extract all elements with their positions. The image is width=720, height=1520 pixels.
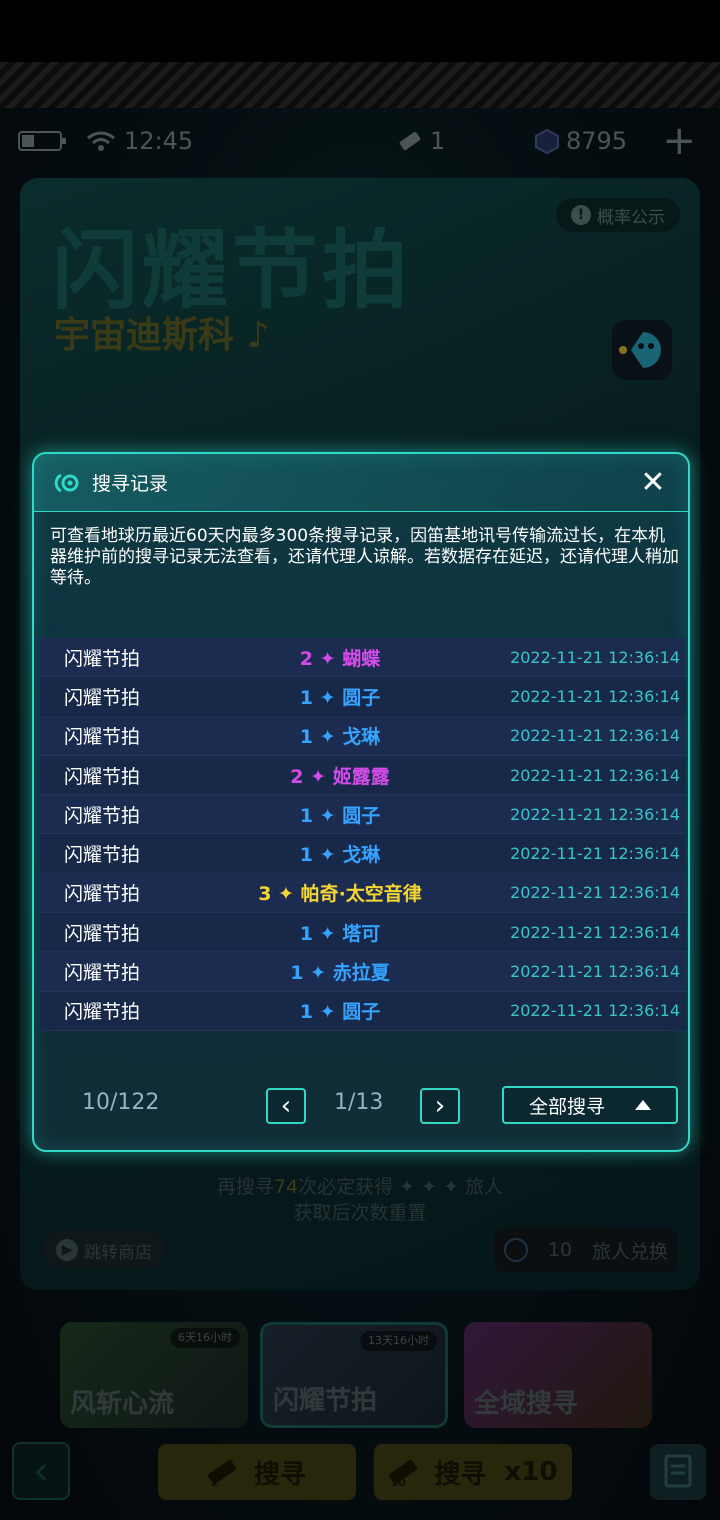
search-records-dialog: 搜寻记录 ✕ 可查看地球历最近60天内最多300条搜寻记录，因笛基地讯号传输流过… [32,452,690,1152]
record-rarity: 1 [299,1001,314,1024]
record-time: 2022-11-21 12:36:14 [510,1001,680,1021]
record-time: 2022-11-21 12:36:14 [510,686,680,706]
record-item-name: 蝴蝶 [342,647,381,670]
record-count: 10/122 [82,1090,160,1115]
star-icon: ✦ [271,883,301,906]
record-item-name: 帕奇·太空音律 [300,883,422,906]
record-item: 1 ✦ 塔可 [190,919,490,946]
record-pool: 闪耀节拍 [64,686,141,709]
filter-label: 全部搜寻 [528,1095,605,1118]
record-pool: 闪耀节拍 [64,962,141,985]
record-item-name: 赤拉夏 [332,962,390,985]
star-icon: ✦ [313,1001,343,1024]
star-icon: ✦ [313,686,343,709]
record-rarity: 2 [299,647,314,670]
record-row: 闪耀节拍 1 ✦ 戈琳 2022-11-21 12:36:14 [40,716,686,756]
record-item: 3 ✦ 帕奇·太空音律 [190,879,490,906]
dialog-title: 搜寻记录 [92,473,169,495]
record-item-name: 圆子 [342,1001,381,1024]
record-item: 2 ✦ 蝴蝶 [190,644,490,671]
record-time: 2022-11-21 12:36:14 [510,883,680,903]
record-row: 闪耀节拍 2 ✦ 蝴蝶 2022-11-21 12:36:14 [40,638,686,678]
star-icon: ✦ [303,765,333,788]
record-row: 闪耀节拍 2 ✦ 姬露露 2022-11-21 12:36:14 [40,755,686,796]
star-icon: ✦ [313,647,343,670]
chevron-left-icon: ‹ [280,1091,292,1121]
record-pool: 闪耀节拍 [64,765,141,788]
record-time: 2022-11-21 12:36:14 [510,726,680,746]
record-item: 1 ✦ 圆子 [190,997,490,1024]
record-time: 2022-11-21 12:36:14 [510,647,680,667]
record-item-name: 塔可 [342,922,381,945]
record-pool: 闪耀节拍 [64,804,141,827]
record-pool: 闪耀节拍 [64,844,141,867]
record-item-name: 圆子 [342,686,381,709]
chevron-right-icon: › [434,1091,446,1121]
record-row: 闪耀节拍 1 ✦ 赤拉夏 2022-11-21 12:36:14 [40,952,686,992]
top-stripe-band [0,62,720,108]
record-pool: 闪耀节拍 [64,922,141,945]
record-time: 2022-11-21 12:36:14 [510,804,680,824]
record-item: 1 ✦ 圆子 [190,683,490,710]
record-rarity: 2 [290,765,304,788]
record-item-name: 戈琳 [342,726,381,749]
record-item: 1 ✦ 圆子 [190,801,490,828]
caret-up-icon [635,1100,651,1110]
star-icon: ✦ [313,726,343,749]
record-time: 2022-11-21 12:36:14 [510,765,680,785]
prev-page-button[interactable]: ‹ [266,1088,306,1124]
record-rarity: 1 [299,844,314,867]
record-pool: 闪耀节拍 [64,883,141,906]
record-rarity: 1 [290,962,304,985]
record-time: 2022-11-21 12:36:14 [510,844,680,864]
record-row: 闪耀节拍 1 ✦ 圆子 2022-11-21 12:36:14 [40,795,686,835]
dialog-description: 可查看地球历最近60天内最多300条搜寻记录，因笛基地讯号传输流过长，在本机器维… [50,526,679,588]
record-pool: 闪耀节拍 [64,1001,141,1024]
record-item: 2 ✦ 姬露露 [190,762,490,789]
record-item-name: 圆子 [342,804,381,827]
records-table: 闪耀节拍 2 ✦ 蝴蝶 2022-11-21 12:36:14 闪耀节拍 1 ✦ 圆子 2… [40,638,686,1031]
next-page-button[interactable]: › [420,1088,460,1124]
pagination-bar: 10/122 ‹ 1/13 › 全部搜寻 [34,1084,688,1128]
record-item-name: 戈琳 [342,844,381,867]
record-rarity: 3 [258,883,272,906]
star-icon: ✦ [313,922,343,945]
signal-record-icon [54,473,79,492]
record-item-name: 姬露露 [332,765,390,788]
record-row: 闪耀节拍 1 ✦ 戈琳 2022-11-21 12:36:14 [40,834,686,874]
star-icon: ✦ [313,844,343,867]
page-indicator: 1/13 [334,1090,384,1115]
record-pool: 闪耀节拍 [64,647,141,670]
record-rarity: 1 [299,686,314,709]
star-icon: ✦ [313,804,343,827]
record-time: 2022-11-21 12:36:14 [510,922,680,942]
record-row: 闪耀节拍 1 ✦ 圆子 2022-11-21 12:36:14 [40,677,686,717]
record-time: 2022-11-21 12:36:14 [510,962,680,982]
record-rarity: 1 [299,922,314,945]
record-item: 1 ✦ 赤拉夏 [190,958,490,985]
record-item: 1 ✦ 戈琳 [190,840,490,867]
filter-dropdown[interactable]: 全部搜寻 [502,1086,678,1124]
record-row: 闪耀节拍 3 ✦ 帕奇·太空音律 2022-11-21 12:36:14 [40,873,686,914]
dialog-header: 搜寻记录 ✕ [34,454,688,512]
record-rarity: 1 [299,804,314,827]
close-icon[interactable]: ✕ [638,468,668,498]
star-icon: ✦ [303,962,333,985]
record-row: 闪耀节拍 1 ✦ 圆子 2022-11-21 12:36:14 [40,991,686,1031]
record-rarity: 1 [299,726,314,749]
record-row: 闪耀节拍 1 ✦ 塔可 2022-11-21 12:36:14 [40,913,686,953]
record-item: 1 ✦ 戈琳 [190,722,490,749]
record-pool: 闪耀节拍 [64,726,141,749]
